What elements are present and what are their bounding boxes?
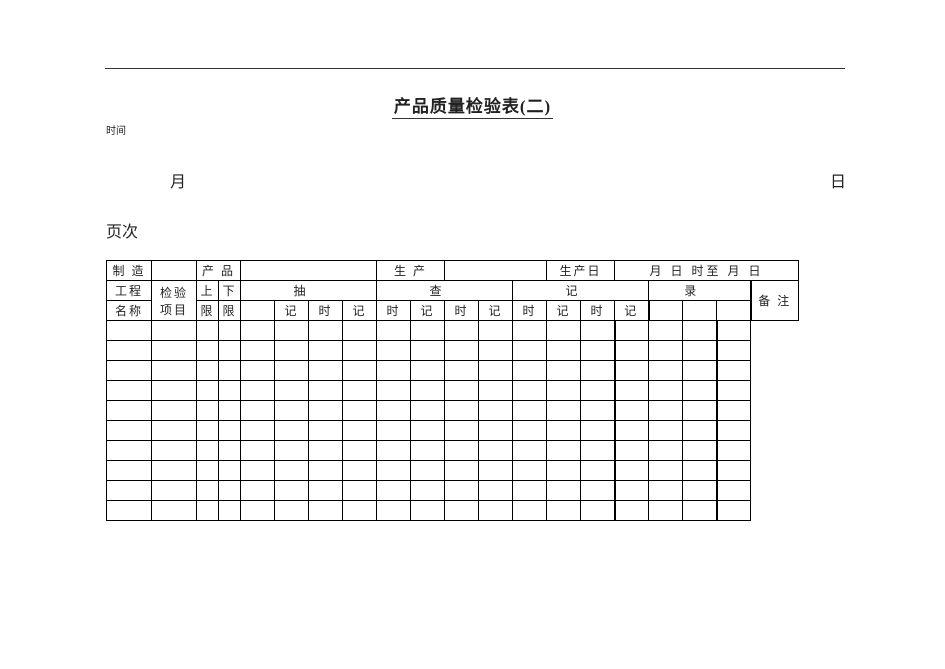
txt-jianyan: 检验 [160,286,188,300]
hdr-s1-ji: 记 [275,301,309,321]
table-row [107,381,799,401]
table-row [107,441,799,461]
table-row [107,321,799,341]
hdr-beizhu: 备 注 [751,281,799,321]
hdr-s2-shi: 时 [377,301,411,321]
hdr-lu: 录 [649,281,751,301]
document-title: 产品质量检验表(二) [0,92,945,117]
table-row [107,461,799,481]
hdr-xian2: 限 [219,301,241,321]
hdr-jianyan-xiangmu: 检验项目 [152,281,197,321]
hdr-s2-ji: 记 [343,301,377,321]
hdr-product: 产 品 [197,261,241,281]
page-number-label: 页次 [106,218,138,242]
hdr-blank [241,301,275,321]
table-row [107,481,799,501]
hdr-blank [241,261,377,281]
hdr-s3-shi: 时 [445,301,479,321]
hdr-blank [649,301,683,321]
top-rule [105,68,845,69]
hdr-blank [683,301,717,321]
hdr-datetime: 月 日 时至 月 日 [615,261,799,281]
table-row [107,361,799,381]
month-label: 月 [170,168,186,192]
hdr-s1-shi: 时 [309,301,343,321]
inspection-table: 制 造 产 品 生 产 生产日 月 日 时至 月 日 工程 检验项目 上 下 抽… [106,260,799,521]
hdr-mingcheng: 名称 [107,301,152,321]
hdr-blank [445,261,547,281]
hdr-s6-ji: 记 [615,301,649,321]
hdr-shengchan: 生 产 [377,261,445,281]
hdr-s3-ji: 记 [411,301,445,321]
hdr-manufacture: 制 造 [107,261,152,281]
hdr-ji: 记 [513,281,649,301]
table-row [107,341,799,361]
hdr-s5-ji: 记 [547,301,581,321]
table-header-row-1: 制 造 产 品 生 产 生产日 月 日 时至 月 日 [107,261,799,281]
hdr-shang: 上 [197,281,219,301]
document-page: 产品质量检验表(二) 时间 月 日 页次 制 造 产 品 生 产 生产日 月 日… [0,0,945,669]
hdr-gongcheng: 工程 [107,281,152,301]
table-header-row-3: 名称 限 限 记 时 记 时 记 时 记 时 记 时 记 [107,301,799,321]
table-row [107,401,799,421]
document-title-text: 产品质量检验表(二) [392,97,553,119]
table-header-row-2: 工程 检验项目 上 下 抽 查 记 录 备 注 [107,281,799,301]
hdr-s4-shi: 时 [513,301,547,321]
hdr-blank [152,261,197,281]
table-row [107,501,799,521]
hdr-s5-shi: 时 [581,301,615,321]
hdr-s4-ji: 记 [479,301,513,321]
hdr-blank [717,301,751,321]
hdr-xian1: 限 [197,301,219,321]
hdr-xia: 下 [219,281,241,301]
table-row [107,421,799,441]
hdr-shengchanri: 生产日 [547,261,615,281]
hdr-cha: 查 [377,281,513,301]
time-label: 时间 [106,122,126,137]
hdr-chou: 抽 [241,281,377,301]
day-label: 日 [830,168,846,192]
txt-xiangmu: 项目 [160,303,188,317]
